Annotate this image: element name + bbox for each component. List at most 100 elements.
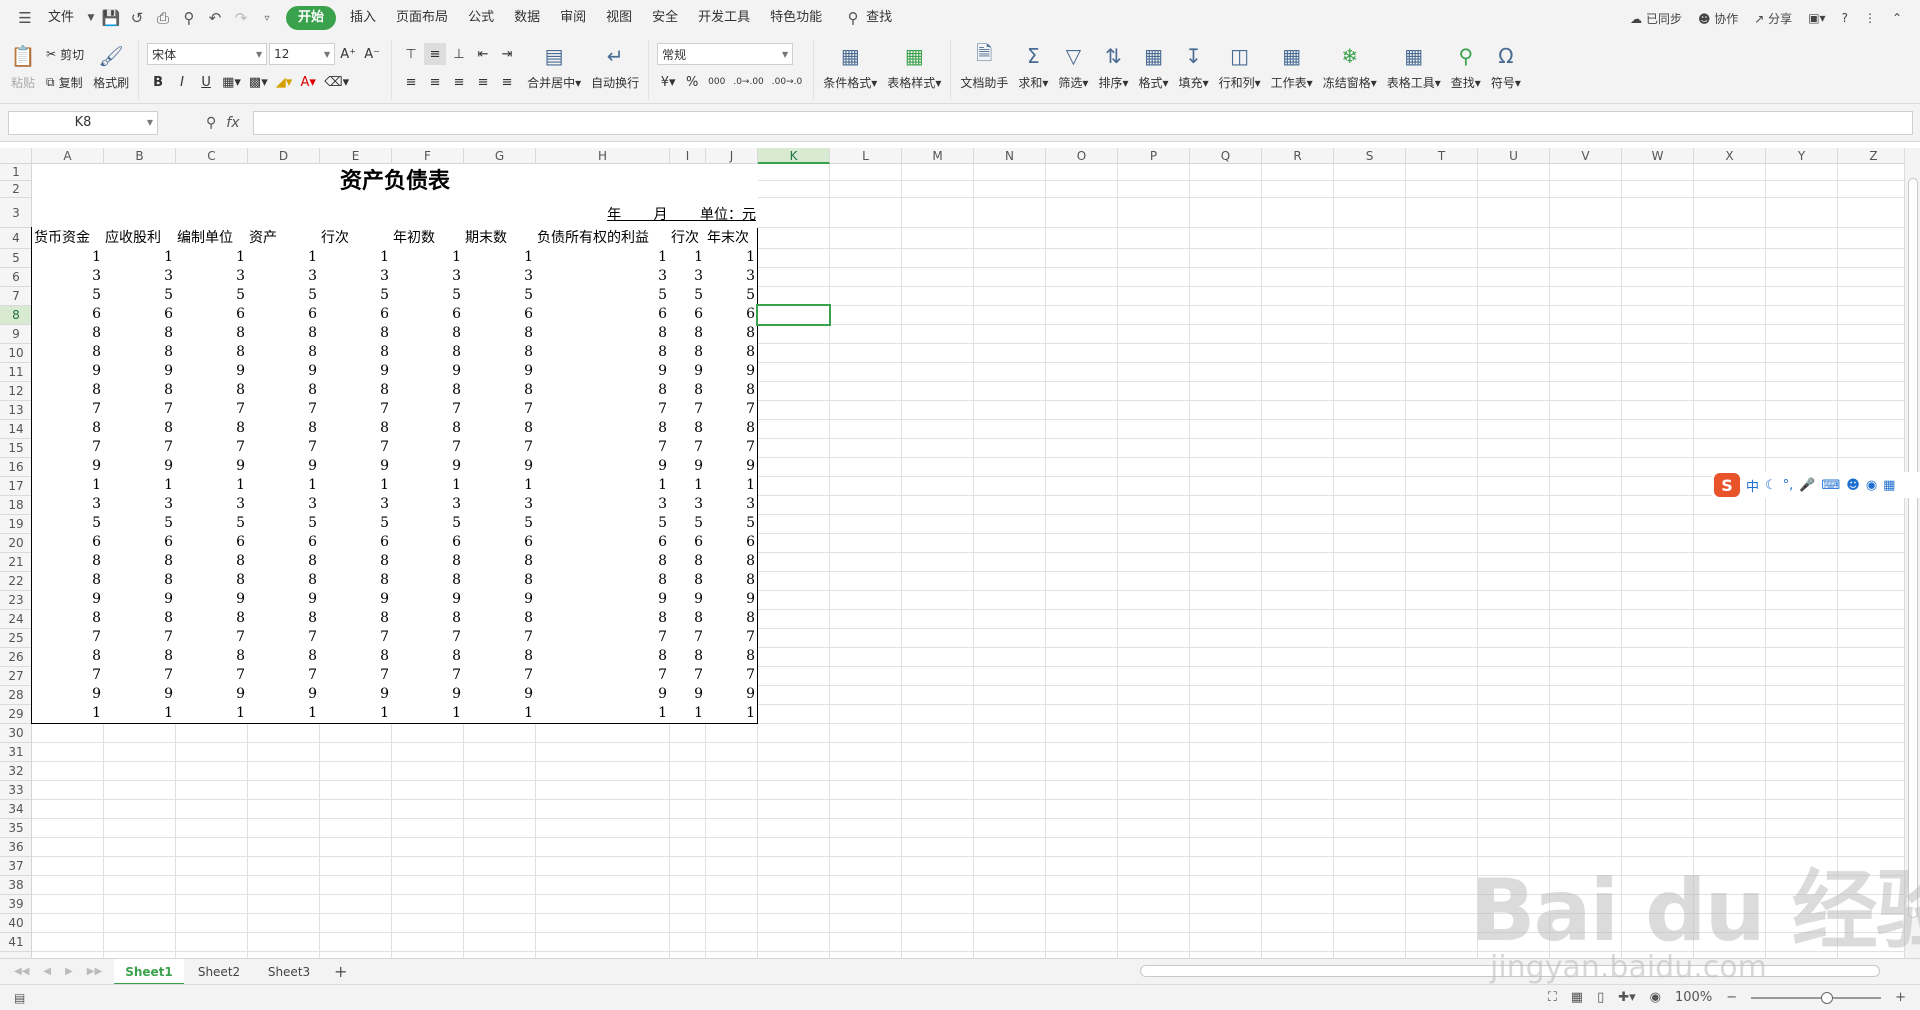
column-header[interactable]: T — [1406, 148, 1478, 164]
align-left-icon[interactable]: ≡ — [400, 71, 422, 93]
table-cell[interactable]: 1 — [391, 704, 464, 724]
table-cell[interactable]: 5 — [319, 514, 392, 534]
table-cell[interactable]: 8 — [391, 343, 464, 363]
table-cell[interactable]: 8 — [535, 343, 670, 363]
indent-decrease-icon[interactable]: ⇤ — [472, 43, 494, 65]
table-cell[interactable]: 9 — [705, 685, 758, 705]
table-cell[interactable]: 1 — [535, 704, 670, 724]
worksheet-button[interactable]: ▦ 工作表▾ — [1266, 40, 1318, 98]
table-cell[interactable]: 7 — [391, 400, 464, 420]
tab-insert[interactable]: 插入 — [340, 6, 386, 30]
row-header[interactable]: 18 — [0, 496, 32, 515]
row-header[interactable]: 14 — [0, 420, 32, 439]
table-cell[interactable]: 7 — [31, 438, 104, 458]
table-cell[interactable]: 8 — [247, 419, 320, 439]
row-header[interactable]: 15 — [0, 439, 32, 458]
table-header-cell[interactable]: 负债所有权的利益 — [535, 227, 670, 249]
table-cell[interactable]: 7 — [705, 666, 758, 686]
row-header[interactable]: 26 — [0, 648, 32, 667]
border-icon[interactable]: ▦▾ — [219, 71, 244, 93]
table-cell[interactable]: 7 — [705, 628, 758, 648]
sync-status[interactable]: ☁ 已同步 — [1622, 10, 1690, 27]
row-header[interactable]: 39 — [0, 895, 32, 914]
eye-protection-icon[interactable]: ◉ — [1650, 990, 1661, 1005]
table-cell[interactable]: 6 — [31, 533, 104, 553]
row-header[interactable]: 37 — [0, 857, 32, 876]
table-cell[interactable]: 8 — [535, 419, 670, 439]
row-header[interactable]: 7 — [0, 287, 32, 306]
table-cell[interactable]: 8 — [175, 609, 248, 629]
cut-button[interactable]: ✂ 剪切 — [46, 42, 84, 66]
table-cell[interactable]: 8 — [391, 381, 464, 401]
help-button[interactable]: ? — [1834, 11, 1856, 25]
table-cell[interactable]: 5 — [705, 514, 758, 534]
table-cell[interactable]: 3 — [535, 495, 670, 515]
prev-sheet-icon[interactable]: ◀ — [43, 966, 51, 977]
zoom-out-icon[interactable]: − — [1726, 990, 1737, 1005]
table-cell[interactable]: 1 — [103, 704, 176, 724]
table-cell[interactable]: 3 — [103, 267, 176, 287]
tab-formulas[interactable]: 公式 — [458, 6, 504, 30]
table-cell[interactable]: 9 — [319, 590, 392, 610]
table-cell[interactable]: 8 — [319, 324, 392, 344]
row-header[interactable]: 41 — [0, 933, 32, 952]
table-cell[interactable]: 9 — [669, 362, 706, 382]
row-header[interactable]: 16 — [0, 458, 32, 477]
table-cell[interactable]: 7 — [175, 400, 248, 420]
table-cell[interactable]: 8 — [705, 343, 758, 363]
align-bottom-icon[interactable]: ⊥ — [448, 43, 470, 65]
copy-button[interactable]: ⧉ 复制 — [46, 70, 84, 94]
column-header[interactable]: D — [248, 148, 320, 164]
row-header[interactable]: 2 — [0, 181, 32, 198]
table-cell[interactable]: 9 — [175, 590, 248, 610]
table-cell[interactable]: 6 — [103, 305, 176, 325]
table-cell[interactable]: 5 — [31, 286, 104, 306]
fx-button[interactable]: fx — [226, 115, 239, 131]
indent-increase-icon[interactable]: ⇥ — [496, 43, 518, 65]
table-cell[interactable]: 7 — [669, 400, 706, 420]
grid-icon[interactable]: ▦ — [1883, 478, 1895, 493]
table-cell[interactable]: 9 — [391, 685, 464, 705]
table-cell[interactable]: 8 — [669, 324, 706, 344]
conditional-format-button[interactable]: ▦ 条件格式▾ — [818, 40, 882, 98]
table-cell[interactable]: 9 — [31, 685, 104, 705]
table-cell[interactable]: 9 — [705, 362, 758, 382]
table-cell[interactable]: 8 — [319, 419, 392, 439]
row-header[interactable]: 22 — [0, 572, 32, 591]
fill-color-icon[interactable]: ◢▾ — [273, 71, 296, 93]
table-cell[interactable]: 7 — [391, 438, 464, 458]
sheet-tab-2[interactable]: Sheet2 — [184, 959, 254, 985]
hamburger-icon[interactable]: ☰ — [12, 5, 38, 31]
table-cell[interactable]: 8 — [705, 571, 758, 591]
table-cell[interactable]: 7 — [103, 628, 176, 648]
increase-decimal-button[interactable]: .0→.00 — [730, 71, 766, 93]
table-cell[interactable]: 1 — [705, 248, 758, 268]
table-cell[interactable]: 6 — [705, 533, 758, 553]
row-header[interactable]: 24 — [0, 610, 32, 629]
table-cell[interactable]: 8 — [535, 552, 670, 572]
table-cell[interactable]: 8 — [669, 381, 706, 401]
table-cell[interactable]: 9 — [103, 362, 176, 382]
table-cell[interactable]: 3 — [103, 495, 176, 515]
table-cell[interactable]: 1 — [31, 704, 104, 724]
table-cell[interactable]: 1 — [669, 476, 706, 496]
table-cell[interactable]: 5 — [669, 514, 706, 534]
search-button[interactable]: 查找 — [866, 6, 902, 30]
merge-icon[interactable]: ▩▾ — [246, 71, 271, 93]
row-header[interactable]: 8 — [0, 306, 32, 325]
table-cell[interactable]: 7 — [391, 666, 464, 686]
table-cell[interactable]: 8 — [103, 324, 176, 344]
table-cell[interactable]: 1 — [391, 476, 464, 496]
normal-view-icon[interactable]: ▦ — [1571, 990, 1583, 1005]
row-header[interactable]: 32 — [0, 762, 32, 781]
table-cell[interactable]: 7 — [535, 666, 670, 686]
tab-view[interactable]: 视图 — [596, 6, 642, 30]
table-cell[interactable]: 9 — [319, 457, 392, 477]
zoom-in-icon[interactable]: + — [1895, 990, 1906, 1005]
table-cell[interactable]: 1 — [463, 248, 536, 268]
table-cell[interactable]: 6 — [103, 533, 176, 553]
table-cell[interactable]: 7 — [463, 628, 536, 648]
scroll-thumb[interactable] — [1908, 178, 1918, 918]
table-cell[interactable]: 7 — [705, 400, 758, 420]
increase-font-icon[interactable]: A⁺ — [337, 43, 359, 65]
